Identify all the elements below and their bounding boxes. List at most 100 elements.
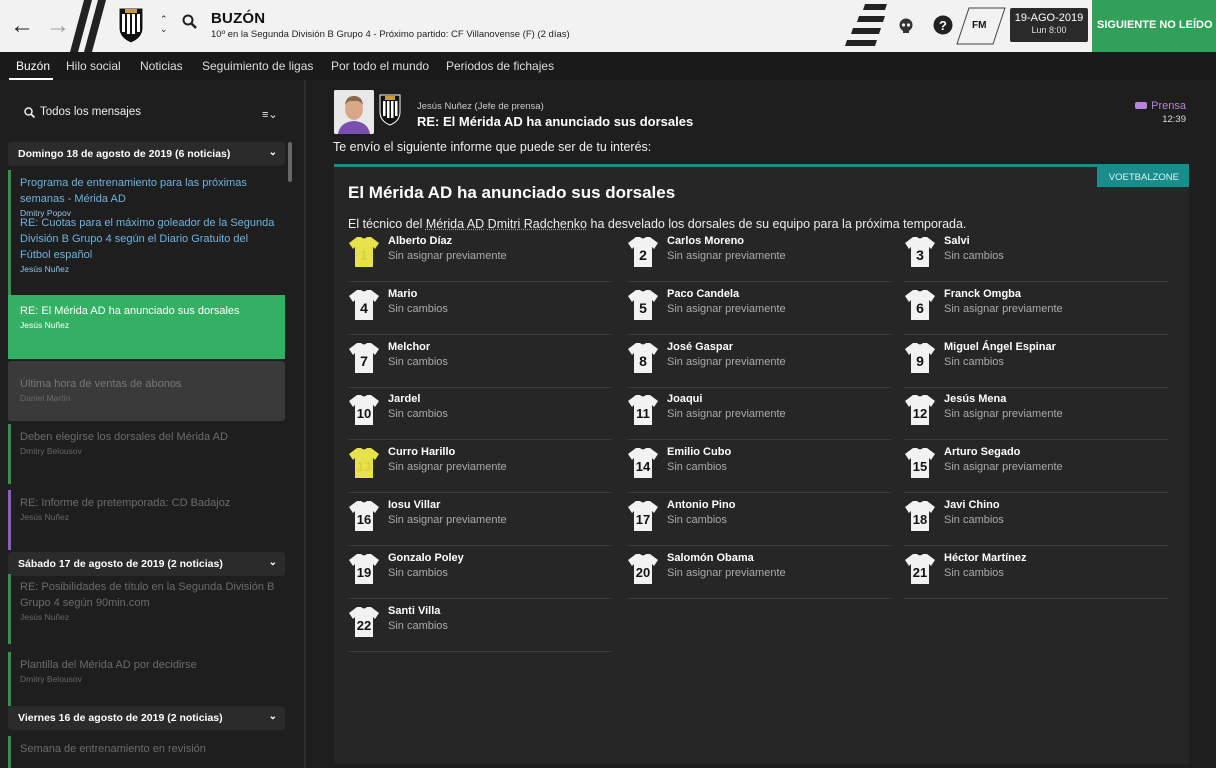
game-date-label: 19-AGO-2019 [1014,12,1084,24]
skull-icon[interactable] [897,17,915,35]
player-row[interactable]: 15 Arturo Segado Sin asignar previamente [904,440,1168,494]
header-stripes-left [70,0,106,52]
player-status: Sin asignar previamente [667,250,786,262]
message-item[interactable]: RE: Informe de pretemporada: CD Badajoz … [8,490,285,550]
message-filter[interactable]: Todos los mensajes [10,98,290,126]
player-name[interactable]: Santi Villa [388,605,440,617]
sender-avatar[interactable] [334,90,374,134]
tab-buzon[interactable]: Buzón [16,59,50,73]
player-name[interactable]: Curro Harillo [388,446,455,458]
club-crest-icon[interactable] [117,6,145,44]
player-row[interactable]: 21 Héctor Martínez Sin cambios [904,546,1168,599]
player-row[interactable]: 19 Gonzalo Poley Sin cambios [348,546,612,599]
tab-noticias[interactable]: Noticias [140,59,183,73]
player-status: Sin cambios [388,355,448,368]
message-item[interactable]: Deben elegirse los dorsales del Mérida A… [8,424,285,484]
game-date[interactable]: 19-AGO-2019 Lun 8:00 [1010,8,1088,42]
player-name[interactable]: Emilio Cubo [667,446,731,458]
player-row[interactable]: 5 Paco Candela Sin asignar previamente [627,282,891,335]
shirt-icon: 22 [349,606,379,637]
player-name[interactable]: Franck Omgba [944,288,1021,300]
player-row[interactable]: 10 Jardel Sin cambios [348,387,612,441]
player-name[interactable]: Joaqui [667,393,702,405]
message-item[interactable]: Semana de entrenamiento en revisión [8,736,285,768]
player-row[interactable]: 11 Joaqui Sin asignar previamente [627,387,891,441]
tab-periodos-fichajes[interactable]: Periodos de fichajes [446,59,554,73]
player-row[interactable]: 18 Javi Chino Sin cambios [904,493,1168,546]
player-name[interactable]: Gonzalo Poley [388,552,464,564]
news-article: VOETBALZONE El Mérida AD ha anunciado su… [334,164,1189,764]
player-status: Sin cambios [944,250,1004,262]
player-name[interactable]: Salvi [944,235,970,247]
tab-seguimiento-ligas[interactable]: Seguimiento de ligas [202,59,313,73]
player-row[interactable]: 20 Salomón Obama Sin asignar previamente [627,546,891,599]
club-switch-icon[interactable]: ⌃ ⌄ [160,14,168,34]
filter-search-icon [24,107,35,118]
message-item[interactable]: Programa de entrenamiento para las próxi… [8,170,285,222]
player-name[interactable]: Alberto Díaz [388,235,452,247]
player-row[interactable]: 7 Melchor Sin cambios [348,335,612,388]
help-icon[interactable]: ? [933,15,953,35]
player-row[interactable]: 3 Salvi Sin cambios [904,229,1168,282]
player-name[interactable]: Miguel Ángel Espinar [944,341,1056,353]
shirt-number: 20 [636,565,650,580]
player-name[interactable]: Arturo Segado [944,446,1020,458]
player-status: Sin asignar previamente [388,250,507,262]
sender-club-crest-icon[interactable] [379,94,401,126]
player-row[interactable]: 4 Mario Sin cambios [348,282,612,335]
player-name[interactable]: Antonio Pino [667,499,735,511]
tab-hilo-social[interactable]: Hilo social [66,59,121,73]
message-item[interactable]: Última hora de ventas de abonos Daniel M… [8,361,285,421]
player-status: Sin asignar previamente [388,461,507,474]
message-item-selected[interactable]: RE: El Mérida AD ha anunciado sus dorsal… [8,295,285,359]
player-name[interactable]: Jardel [388,393,420,405]
message-title: RE: El Mérida AD ha anunciado sus dorsal… [20,305,240,317]
fm-logo-label[interactable]: FM [972,20,986,31]
player-row[interactable]: 17 Antonio Pino Sin cambios [627,493,891,546]
player-name[interactable]: Salomón Obama [667,552,754,564]
message-item[interactable]: Plantilla del Mérida AD por decidirse Dm… [8,652,285,706]
player-row[interactable]: 22 Santi Villa Sin cambios [348,599,612,652]
list-scrollbar[interactable] [288,142,292,182]
player-row[interactable]: 14 Emilio Cubo Sin cambios [627,440,891,494]
player-name[interactable]: Iosu Villar [388,499,440,511]
player-row[interactable]: 8 José Gaspar Sin asignar previamente [627,335,891,388]
player-row[interactable]: 1 Alberto Díaz Sin asignar previamente [348,229,612,282]
player-row[interactable]: 12 Jesús Mena Sin asignar previamente [904,387,1168,441]
forward-arrow-icon[interactable]: → [44,12,72,40]
message-view: Jesús Nuñez (Jefe de prensa) RE: El Méri… [306,80,1216,768]
player-row[interactable]: 13 Curro Harillo Sin asignar previamente [348,440,612,494]
player-row[interactable]: 2 Carlos Moreno Sin asignar previamente [627,229,891,282]
message-item[interactable]: RE: Posibilidades de título en la Segund… [8,574,285,644]
message-title: Plantilla del Mérida AD por decidirse [20,659,197,671]
player-name[interactable]: José Gaspar [667,341,733,353]
message-item[interactable]: RE: Cuotas para el máximo goleador de la… [8,218,285,296]
player-name[interactable]: Mario [388,288,417,300]
shirt-icon: 11 [628,395,658,426]
group-header[interactable]: Domingo 18 de agosto de 2019 (6 noticias… [8,142,285,166]
group-header[interactable]: Sábado 17 de agosto de 2019 (2 noticias)… [8,552,285,576]
group-header[interactable]: Viernes 16 de agosto de 2019 (2 noticias… [8,706,285,730]
sort-menu-icon[interactable]: ≡⌄ [262,108,278,121]
search-icon[interactable] [182,14,198,30]
message-author: Jesús Nuñez [20,612,70,622]
shirt-number: 3 [916,247,924,263]
next-unread-button[interactable]: SIGUIENTE NO LEÍDO› [1092,0,1216,52]
player-name[interactable]: Jesús Mena [944,393,1006,405]
player-name[interactable]: Melchor [388,341,430,353]
player-row[interactable]: 16 Iosu Villar Sin asignar previamente [348,493,612,546]
shirt-number: 19 [357,565,371,580]
shirt-number: 13 [357,459,371,474]
player-name[interactable]: Javi Chino [944,499,1000,511]
player-row[interactable]: 9 Miguel Ángel Espinar Sin cambios [904,335,1168,388]
player-name[interactable]: Paco Candela [667,288,739,300]
filter-label: Todos los mensajes [40,106,141,118]
back-arrow-icon[interactable]: ← [8,12,36,40]
player-name[interactable]: Héctor Martínez [944,552,1027,564]
sender-name[interactable]: Jesús Nuñez (Jefe de prensa) [417,101,544,112]
group-header-label: Domingo 18 de agosto de 2019 (6 noticias… [18,148,231,160]
player-name[interactable]: Carlos Moreno [667,235,744,247]
tab-por-todo-el-mundo[interactable]: Por todo el mundo [331,59,429,73]
player-row[interactable]: 6 Franck Omgba Sin asignar previamente [904,282,1168,335]
header-stripes-right [845,4,887,46]
